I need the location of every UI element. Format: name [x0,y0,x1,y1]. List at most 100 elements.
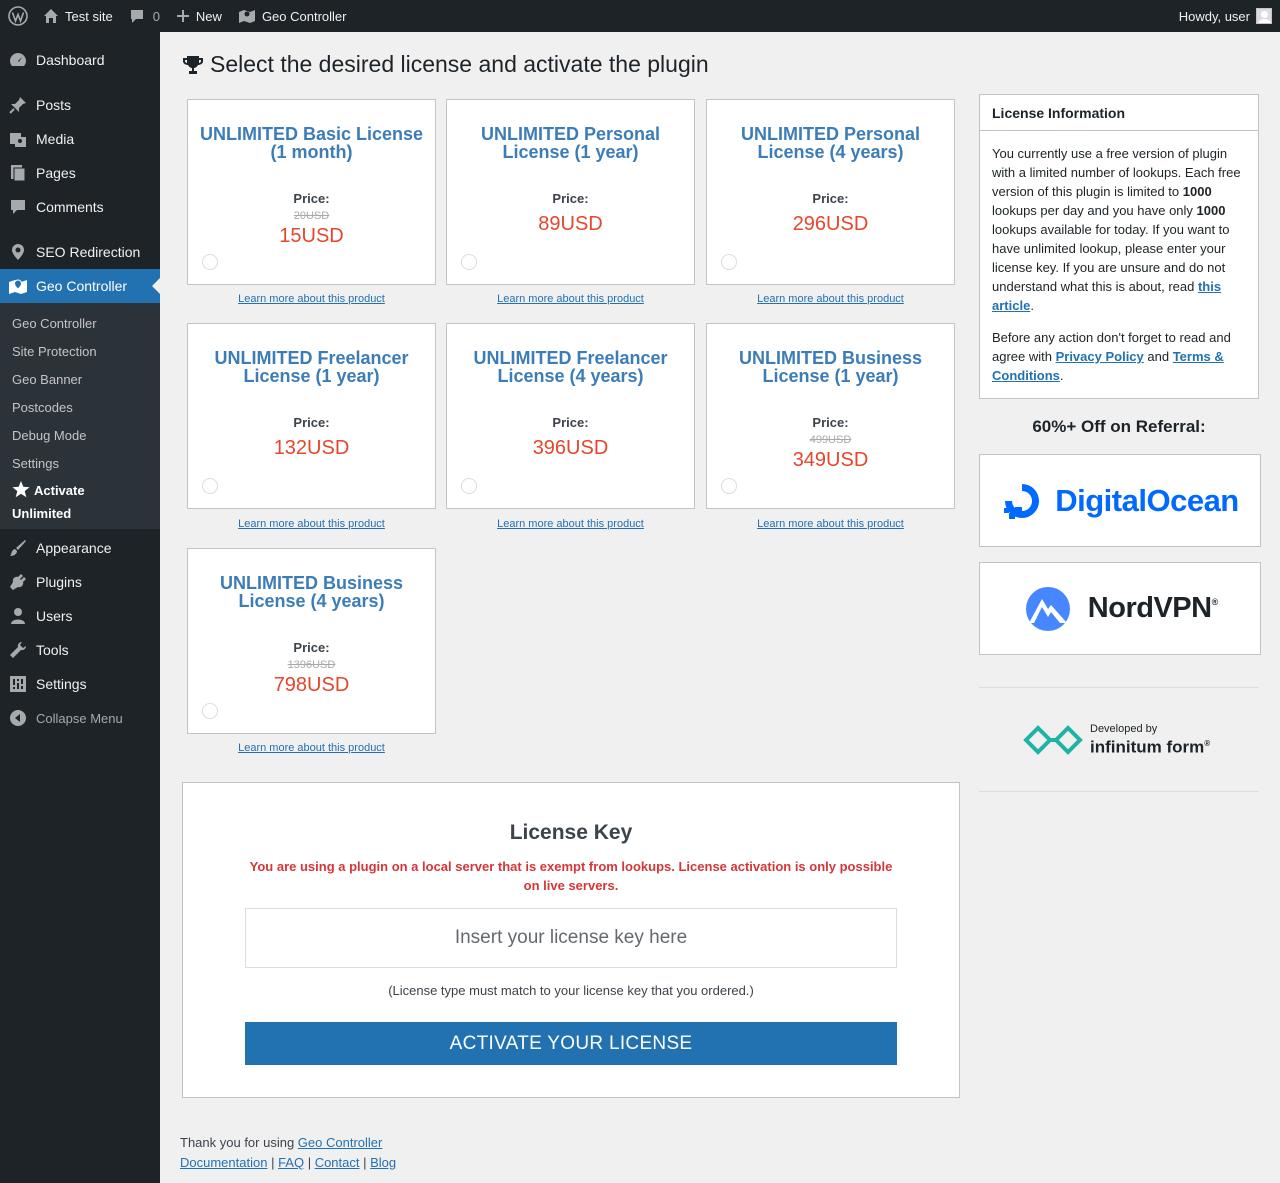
page-title: Select the desired license and activate … [182,51,709,78]
submenu-postcodes[interactable]: Postcodes [0,394,160,422]
menu-plugins[interactable]: Plugins [0,565,160,599]
site-name: Test site [65,8,113,24]
footer-contact-link[interactable]: Contact [315,1155,360,1170]
settings-icon [8,674,28,694]
license-title: UNLIMITED Business License (1 year) [738,348,923,386]
menu-label: Dashboard [36,52,105,68]
location-icon [8,242,28,262]
footer-separator: | [304,1155,315,1170]
menu-media[interactable]: Media [0,122,160,156]
comments-link[interactable]: 0 [121,0,168,32]
menu-comments[interactable]: Comments [0,190,160,224]
privacy-policy-link[interactable]: Privacy Policy [1056,349,1144,364]
license-radio[interactable] [202,703,218,719]
license-radio[interactable] [202,254,218,270]
local-server-warning: You are using a plugin on a local server… [249,859,893,893]
nordvpn-logo-icon [1025,586,1070,631]
submenu-settings[interactable]: Settings [0,450,160,478]
license-card[interactable]: UNLIMITED Freelancer License (4 years) P… [446,323,695,509]
comments-count: 0 [152,8,160,24]
old-price: 1396USD [287,659,336,671]
footer-separator: | [359,1155,371,1170]
license-radio[interactable] [721,478,737,494]
footer-faq-link[interactable]: FAQ [278,1155,304,1170]
wordpress-logo-icon[interactable] [0,0,35,32]
account-menu[interactable]: Howdy, user [1171,0,1280,32]
submenu-geo-controller[interactable]: Geo Controller [0,310,160,338]
license-key-input[interactable] [245,908,897,968]
geo-controller-adminbar-link[interactable]: Geo Controller [230,0,355,32]
license-title: UNLIMITED Freelancer License (4 years) [473,348,668,386]
license-card[interactable]: UNLIMITED Personal License (4 years) Pri… [706,99,955,285]
menu-label: Appearance [36,540,112,556]
admin-sidebar: Dashboard Posts Media Pages Comments SEO… [0,32,160,1183]
menu-label: Comments [36,199,104,215]
collapse-menu-button[interactable]: Collapse Menu [0,701,160,735]
license-radio[interactable] [721,254,737,270]
nordvpn-banner[interactable]: NordVPN ® [979,562,1261,655]
price-label: Price: [293,415,330,430]
info-paragraph: You currently use a free version of plug… [992,144,1246,315]
user-icon [8,606,28,626]
submenu-site-protection[interactable]: Site Protection [0,338,160,366]
infinitum-form-logo[interactable]: Developed by infinitum form® [1020,722,1210,758]
infinitum-registered: ® [1204,738,1211,748]
menu-pages[interactable]: Pages [0,156,160,190]
license-card[interactable]: UNLIMITED Basic License (1 month) Price:… [187,99,436,285]
license-card[interactable]: UNLIMITED Freelancer License (1 year) Pr… [187,323,436,509]
media-icon [8,129,28,149]
learn-more-link[interactable]: Learn more about this product [706,518,955,530]
footer-blog-link[interactable]: Blog [370,1155,396,1170]
footer-documentation-link[interactable]: Documentation [180,1155,267,1170]
menu-posts[interactable]: Posts [0,88,160,122]
footer-geo-controller-link[interactable]: Geo Controller [298,1135,383,1150]
admin-bar: Test site 0 New Geo Controller Howdy, us… [0,0,1280,32]
activate-license-button[interactable]: ACTIVATE YOUR LICENSE [245,1022,897,1065]
learn-more-link[interactable]: Learn more about this product [446,518,695,530]
license-key-panel: License Key You are using a plugin on a … [182,782,960,1098]
submenu-activate-unlimited[interactable]: Activate Unlimited [0,478,160,522]
digitalocean-banner[interactable]: DigitalOcean [979,454,1261,547]
license-card[interactable]: UNLIMITED Business License (1 year) Pric… [706,323,955,509]
menu-users[interactable]: Users [0,599,160,633]
divider [979,687,1259,688]
map-marker-icon [238,10,255,23]
license-title: UNLIMITED Business License (4 years) [219,573,404,611]
menu-dashboard[interactable]: Dashboard [0,43,160,77]
license-radio[interactable] [461,478,477,494]
menu-settings[interactable]: Settings [0,667,160,701]
learn-more-link[interactable]: Learn more about this product [187,742,436,754]
license-radio[interactable] [461,254,477,270]
geo-controller-label: Geo Controller [261,8,347,24]
menu-label: Posts [36,97,72,113]
new-content-link[interactable]: New [168,0,230,32]
menu-label: Users [36,608,73,624]
learn-more-link[interactable]: Learn more about this product [446,293,695,305]
geo-controller-submenu: Geo Controller Site Protection Geo Banne… [0,303,160,529]
submenu-debug-mode[interactable]: Debug Mode [0,422,160,450]
price-label: Price: [552,191,589,206]
learn-more-link[interactable]: Learn more about this product [187,293,436,305]
submenu-geo-banner[interactable]: Geo Banner [0,366,160,394]
info-text: lookups available for today. If you want… [992,222,1230,294]
menu-tools[interactable]: Tools [0,633,160,667]
price-label: Price: [812,191,849,206]
license-note: (License type must match to your license… [388,983,754,998]
menu-geo-controller[interactable]: Geo Controller [0,269,160,303]
developed-by: Developed by [1090,722,1158,735]
menu-seo-redirection[interactable]: SEO Redirection [0,235,160,269]
dashboard-icon [8,50,28,70]
license-title: UNLIMITED Personal License (4 years) [740,124,921,162]
price-label: Price: [293,191,330,206]
menu-label: Pages [36,165,76,181]
license-card[interactable]: UNLIMITED Personal License (1 year) Pric… [446,99,695,285]
license-radio[interactable] [202,478,218,494]
license-card[interactable]: UNLIMITED Business License (4 years) Pri… [187,548,436,734]
site-name-link[interactable]: Test site [35,0,121,32]
learn-more-link[interactable]: Learn more about this product [706,293,955,305]
nordvpn-registered: ® [1211,596,1219,607]
menu-label: Media [36,131,75,147]
footer-separator: | [267,1155,279,1170]
learn-more-link[interactable]: Learn more about this product [187,518,436,530]
menu-appearance[interactable]: Appearance [0,531,160,565]
